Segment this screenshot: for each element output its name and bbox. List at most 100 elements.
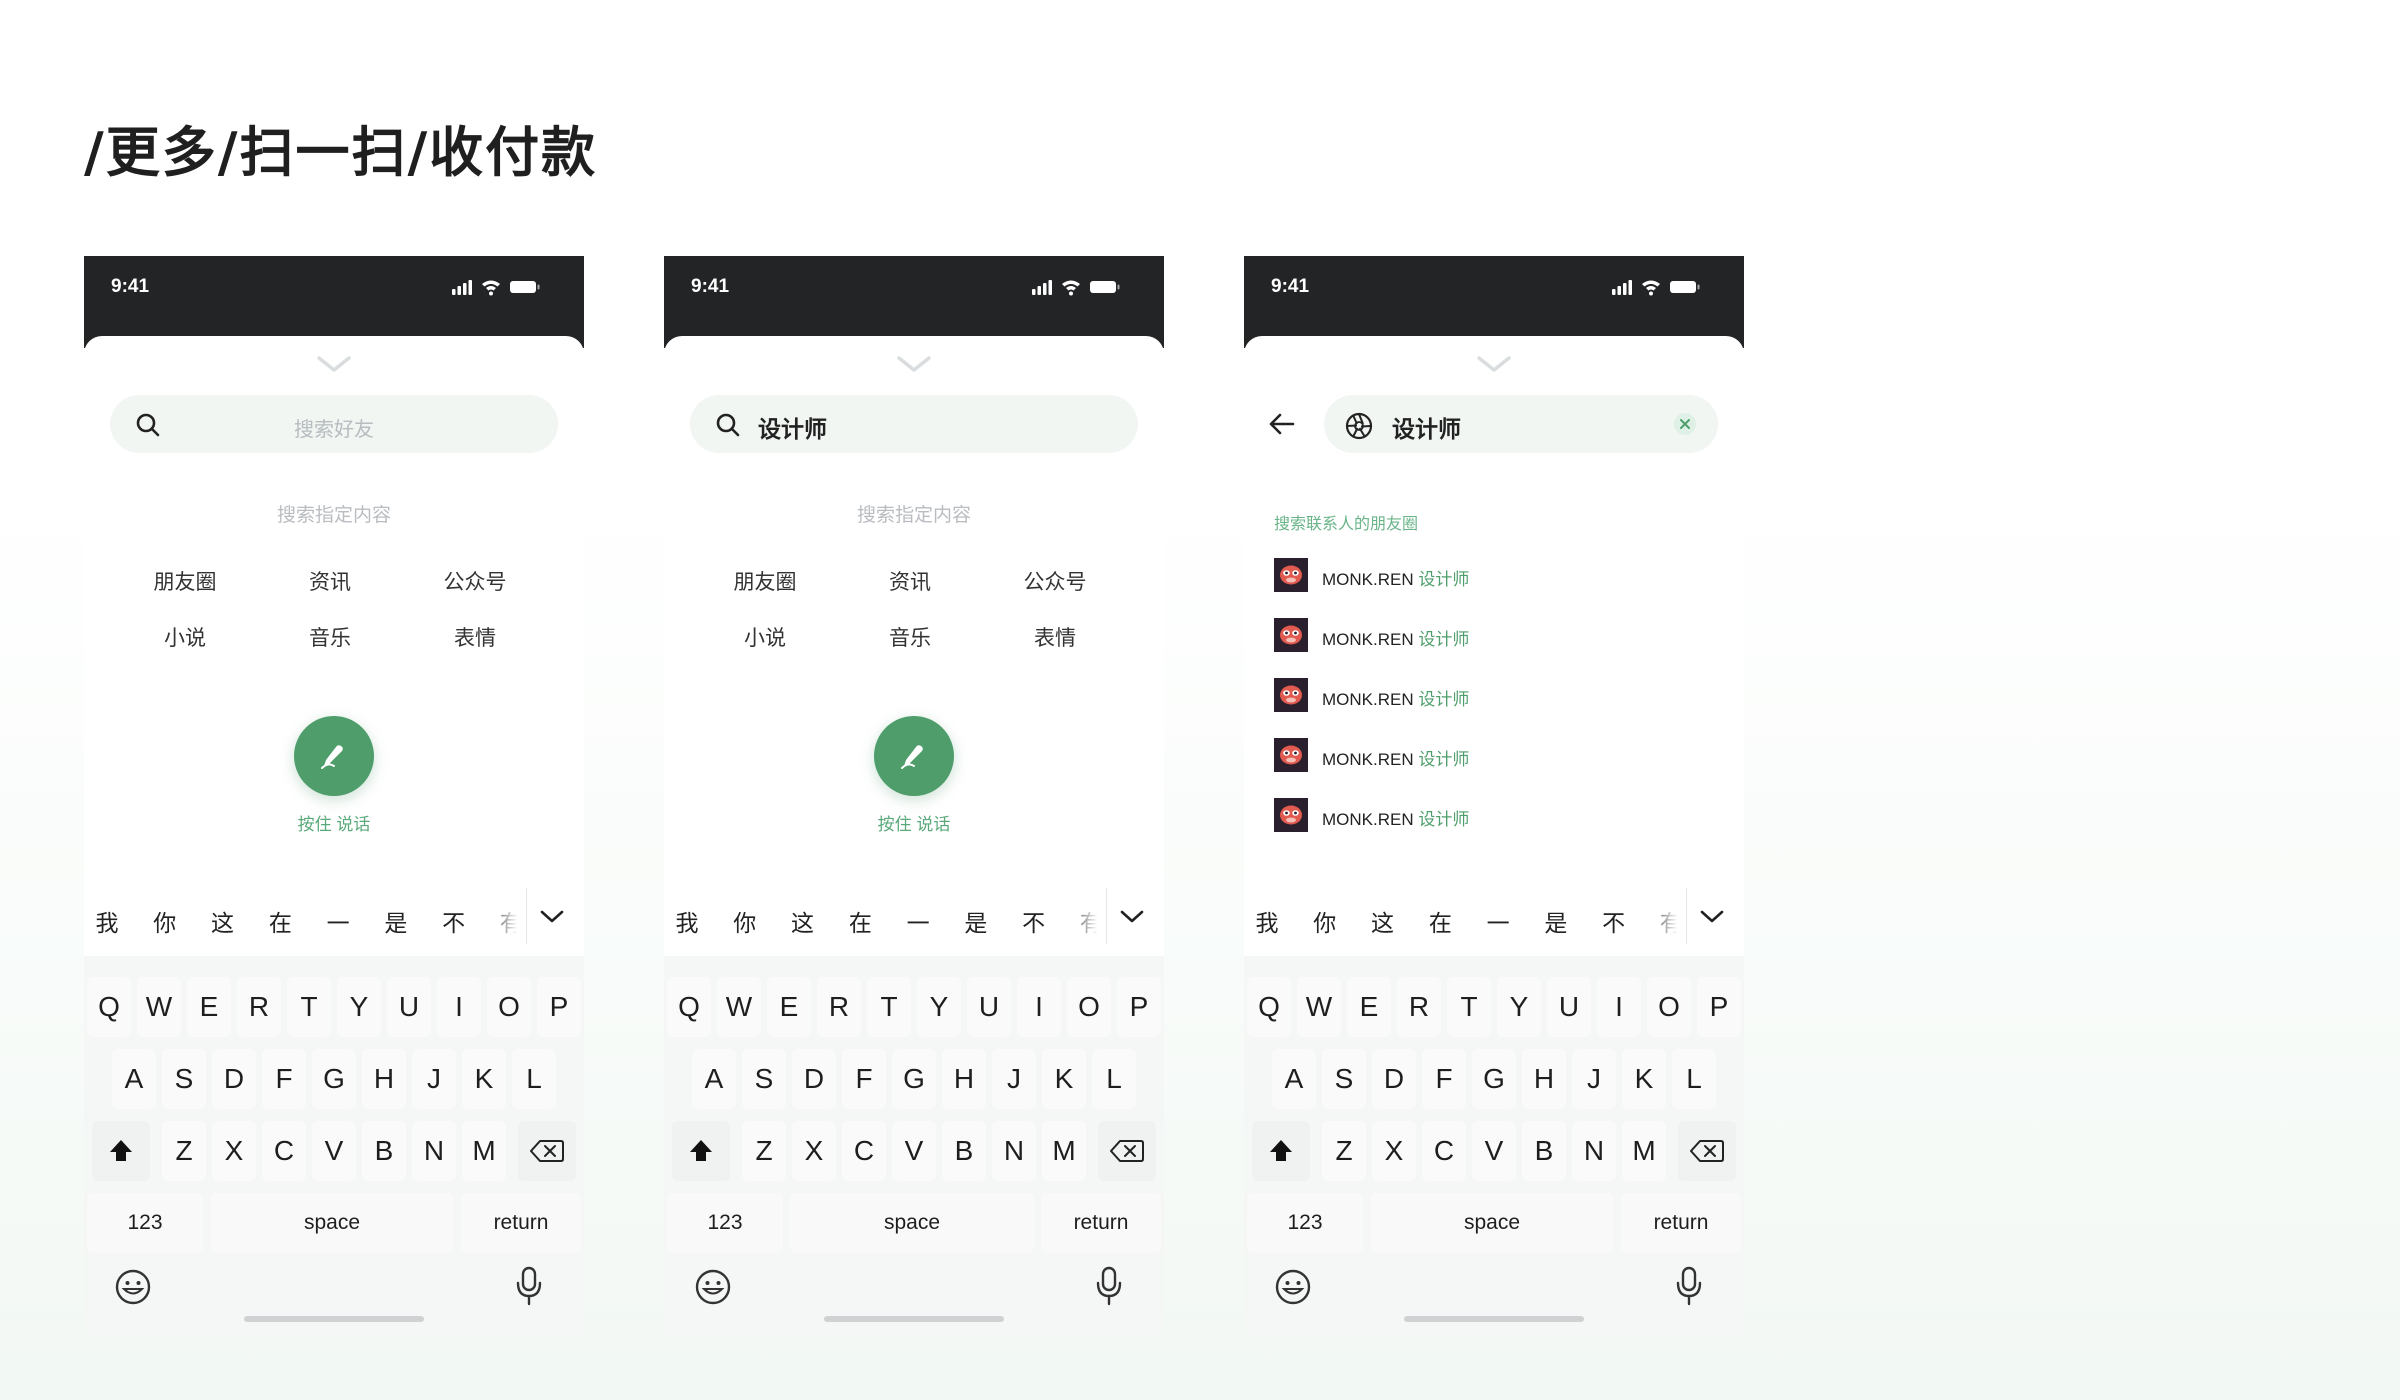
key-l[interactable]: L (1092, 1049, 1136, 1109)
collapse-chevron-icon[interactable] (896, 354, 932, 374)
key-f[interactable]: F (1422, 1049, 1466, 1109)
key-y[interactable]: Y (1497, 977, 1541, 1037)
key-s[interactable]: S (1322, 1049, 1366, 1109)
key-x[interactable]: X (1372, 1121, 1416, 1181)
key-h[interactable]: H (1522, 1049, 1566, 1109)
candidate-word[interactable]: 不 (1014, 904, 1054, 938)
emoji-icon[interactable] (1274, 1268, 1312, 1306)
candidate-word[interactable]: 我 (1247, 904, 1287, 938)
key-q[interactable]: Q (667, 977, 711, 1037)
key-r[interactable]: R (1397, 977, 1441, 1037)
key-i[interactable]: I (1017, 977, 1061, 1037)
key-k[interactable]: K (1042, 1049, 1086, 1109)
key-t[interactable]: T (287, 977, 331, 1037)
result-row[interactable]: MONK.REN 设计师 (1274, 798, 1694, 832)
key-m[interactable]: M (1622, 1121, 1666, 1181)
backspace-key[interactable] (1098, 1121, 1156, 1181)
key-a[interactable]: A (1272, 1049, 1316, 1109)
collapse-chevron-icon[interactable] (1476, 354, 1512, 374)
key-k[interactable]: K (1622, 1049, 1666, 1109)
candidate-word[interactable]: 这 (203, 904, 243, 938)
key-m[interactable]: M (1042, 1121, 1086, 1181)
candidate-word[interactable]: 在 (840, 904, 880, 938)
key-u[interactable]: U (967, 977, 1011, 1037)
collapse-chevron-icon[interactable] (316, 354, 352, 374)
key-t[interactable]: T (1447, 977, 1491, 1037)
category-3[interactable]: 小说 (692, 622, 838, 652)
result-row[interactable]: MONK.REN 设计师 (1274, 558, 1694, 592)
key-a[interactable]: A (692, 1049, 736, 1109)
candidate-word[interactable]: 一 (898, 904, 938, 938)
chevron-down-icon[interactable] (538, 908, 566, 926)
category-1[interactable]: 资讯 (257, 566, 403, 596)
key-n[interactable]: N (412, 1121, 456, 1181)
candidate-word[interactable]: 这 (1363, 904, 1403, 938)
key-r[interactable]: R (817, 977, 861, 1037)
candidate-word[interactable]: 我 (667, 904, 707, 938)
key-z[interactable]: Z (162, 1121, 206, 1181)
category-0[interactable]: 朋友圈 (692, 566, 838, 596)
category-3[interactable]: 小说 (112, 622, 258, 652)
key-w[interactable]: W (717, 977, 761, 1037)
category-4[interactable]: 音乐 (837, 622, 983, 652)
microphone-icon[interactable] (516, 1266, 542, 1306)
key-z[interactable]: Z (1322, 1121, 1366, 1181)
key-l[interactable]: L (1672, 1049, 1716, 1109)
shift-key[interactable] (1252, 1121, 1310, 1181)
search-input[interactable]: 设计师 (1324, 395, 1718, 453)
key-c[interactable]: C (842, 1121, 886, 1181)
key-l[interactable]: L (512, 1049, 556, 1109)
key-f[interactable]: F (262, 1049, 306, 1109)
key-s[interactable]: S (742, 1049, 786, 1109)
key-b[interactable]: B (942, 1121, 986, 1181)
key-b[interactable]: B (1522, 1121, 1566, 1181)
candidate-word[interactable]: 一 (318, 904, 358, 938)
category-2[interactable]: 公众号 (402, 566, 548, 596)
category-4[interactable]: 音乐 (257, 622, 403, 652)
key-w[interactable]: W (137, 977, 181, 1037)
key-y[interactable]: Y (917, 977, 961, 1037)
candidate-word[interactable]: 在 (260, 904, 300, 938)
category-5[interactable]: 表情 (982, 622, 1128, 652)
microphone-icon[interactable] (1096, 1266, 1122, 1306)
emoji-icon[interactable] (114, 1268, 152, 1306)
back-arrow-icon[interactable] (1266, 408, 1298, 440)
chevron-down-icon[interactable] (1118, 908, 1146, 926)
key-p[interactable]: P (1117, 977, 1161, 1037)
candidate-word[interactable]: 你 (1305, 904, 1345, 938)
category-5[interactable]: 表情 (402, 622, 548, 652)
key-q[interactable]: Q (87, 977, 131, 1037)
key-r[interactable]: R (237, 977, 281, 1037)
key-c[interactable]: C (262, 1121, 306, 1181)
key-u[interactable]: U (1547, 977, 1591, 1037)
voice-input-button[interactable] (294, 716, 374, 796)
key-i[interactable]: I (437, 977, 481, 1037)
key-p[interactable]: P (1697, 977, 1741, 1037)
shift-key[interactable] (672, 1121, 730, 1181)
key-o[interactable]: O (487, 977, 531, 1037)
key-w[interactable]: W (1297, 977, 1341, 1037)
key-i[interactable]: I (1597, 977, 1641, 1037)
candidate-word[interactable]: 我 (87, 904, 127, 938)
key-n[interactable]: N (992, 1121, 1036, 1181)
key-d[interactable]: D (212, 1049, 256, 1109)
key-v[interactable]: V (1472, 1121, 1516, 1181)
candidate-word[interactable]: 不 (1594, 904, 1634, 938)
search-input[interactable]: 设计师 (690, 395, 1138, 453)
key-x[interactable]: X (792, 1121, 836, 1181)
search-input[interactable]: 搜索好友 (110, 395, 558, 453)
key-y[interactable]: Y (337, 977, 381, 1037)
key-j[interactable]: J (1572, 1049, 1616, 1109)
key-x[interactable]: X (212, 1121, 256, 1181)
key-k[interactable]: K (462, 1049, 506, 1109)
key-h[interactable]: H (942, 1049, 986, 1109)
key-f[interactable]: F (842, 1049, 886, 1109)
clear-icon[interactable] (1674, 413, 1696, 435)
backspace-key[interactable] (1678, 1121, 1736, 1181)
emoji-icon[interactable] (694, 1268, 732, 1306)
backspace-key[interactable] (518, 1121, 576, 1181)
key-g[interactable]: G (892, 1049, 936, 1109)
category-1[interactable]: 资讯 (837, 566, 983, 596)
key-b[interactable]: B (362, 1121, 406, 1181)
category-2[interactable]: 公众号 (982, 566, 1128, 596)
